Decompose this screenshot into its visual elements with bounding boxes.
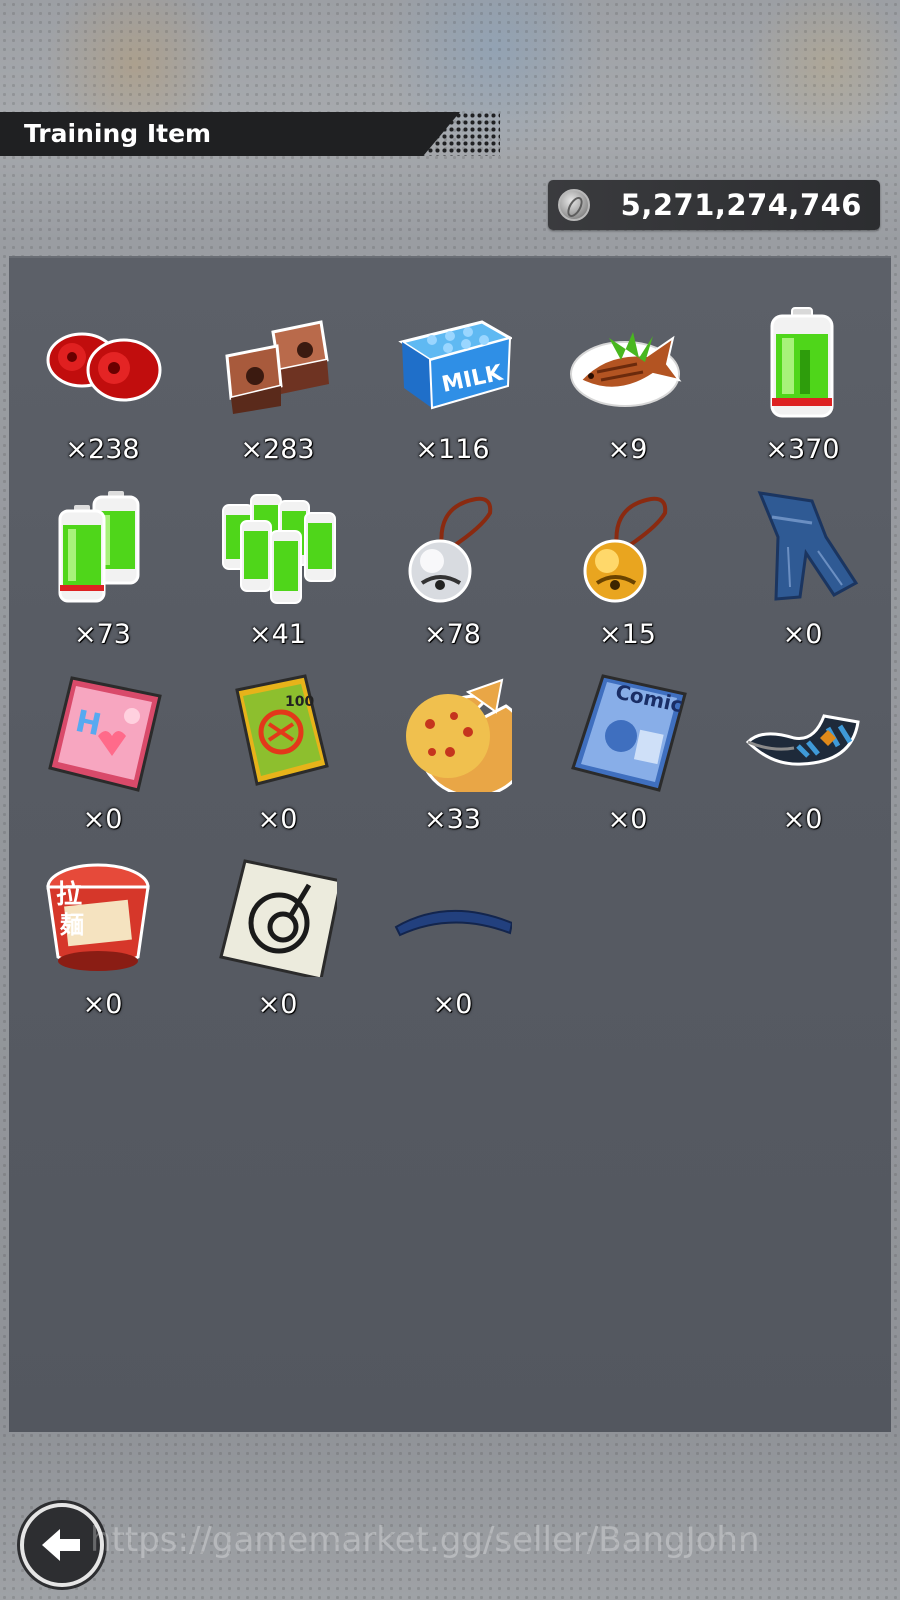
- svg-text:100: 100: [285, 694, 314, 710]
- watermark-text: https://gamemarket.gg/seller/BangJohn: [90, 1520, 760, 1560]
- item-brick-weights[interactable]: ×283: [190, 256, 365, 465]
- item-blue-headband[interactable]: ×0: [365, 811, 540, 1020]
- item-battery-pack[interactable]: ×41: [190, 441, 365, 650]
- item-manga-book[interactable]: 100 ×0: [190, 626, 365, 835]
- item-red-weights[interactable]: ×238: [15, 256, 190, 465]
- item-grilled-fish[interactable]: ×9: [540, 256, 715, 465]
- wristband-icon: [745, 714, 860, 766]
- title-banner-halftone: [420, 112, 500, 156]
- item-milk[interactable]: MILK ×116: [365, 256, 540, 465]
- zeni-coin-icon: [558, 189, 590, 221]
- brick-weights-icon: [225, 320, 329, 414]
- item-count: ×0: [607, 804, 648, 835]
- instant-noodles-icon: 拉 麺: [46, 863, 150, 971]
- comic-book-icon: Comic: [571, 674, 687, 792]
- item-pizza[interactable]: ×33: [365, 626, 540, 835]
- item-double-battery[interactable]: ×73: [15, 441, 190, 650]
- svg-text:拉: 拉: [56, 879, 82, 910]
- svg-text:麺: 麺: [59, 911, 84, 939]
- red-weights-icon: [46, 332, 162, 402]
- item-count: ×0: [257, 989, 298, 1020]
- item-silver-bell[interactable]: ×78: [365, 441, 540, 650]
- item-comic-book[interactable]: Comic ×0: [540, 626, 715, 835]
- double-battery-icon: [58, 491, 140, 603]
- blue-headband-icon: [394, 910, 512, 937]
- page-title: Training Item: [24, 119, 212, 148]
- pizza-icon: [406, 678, 512, 792]
- battery-icon: [770, 307, 834, 418]
- item-count: ×0: [782, 804, 823, 835]
- back-arrow-icon: [42, 1529, 80, 1561]
- manga-book-icon: 100: [235, 674, 329, 786]
- jeans-icon: [757, 491, 859, 601]
- item-emblem-card[interactable]: ×0: [190, 811, 365, 1020]
- item-instant-noodles[interactable]: 拉 麺 ×0: [15, 811, 190, 1020]
- currency-value: 5,271,274,746: [620, 188, 862, 222]
- magazine-icon: H: [48, 676, 162, 792]
- milk-carton-icon: MILK: [398, 320, 512, 410]
- item-grid: ×238 ×283 MILK ×116 ×9 ×370 ×73 ×41 ×78 …: [9, 256, 891, 1432]
- gold-bell-icon: [583, 496, 668, 603]
- item-magazine[interactable]: H ×0: [15, 626, 190, 835]
- item-wristband[interactable]: ×0: [715, 626, 890, 835]
- item-jeans[interactable]: ×0: [715, 441, 890, 650]
- item-count: ×0: [432, 989, 473, 1020]
- item-count: ×0: [82, 989, 123, 1020]
- item-gold-bell[interactable]: ×15: [540, 441, 715, 650]
- currency-display: 5,271,274,746: [548, 180, 880, 230]
- battery-pack-icon: [222, 494, 336, 604]
- grilled-fish-icon: [570, 332, 682, 407]
- item-battery[interactable]: ×370: [715, 256, 890, 465]
- emblem-card-icon: [219, 859, 337, 977]
- silver-bell-icon: [408, 496, 493, 603]
